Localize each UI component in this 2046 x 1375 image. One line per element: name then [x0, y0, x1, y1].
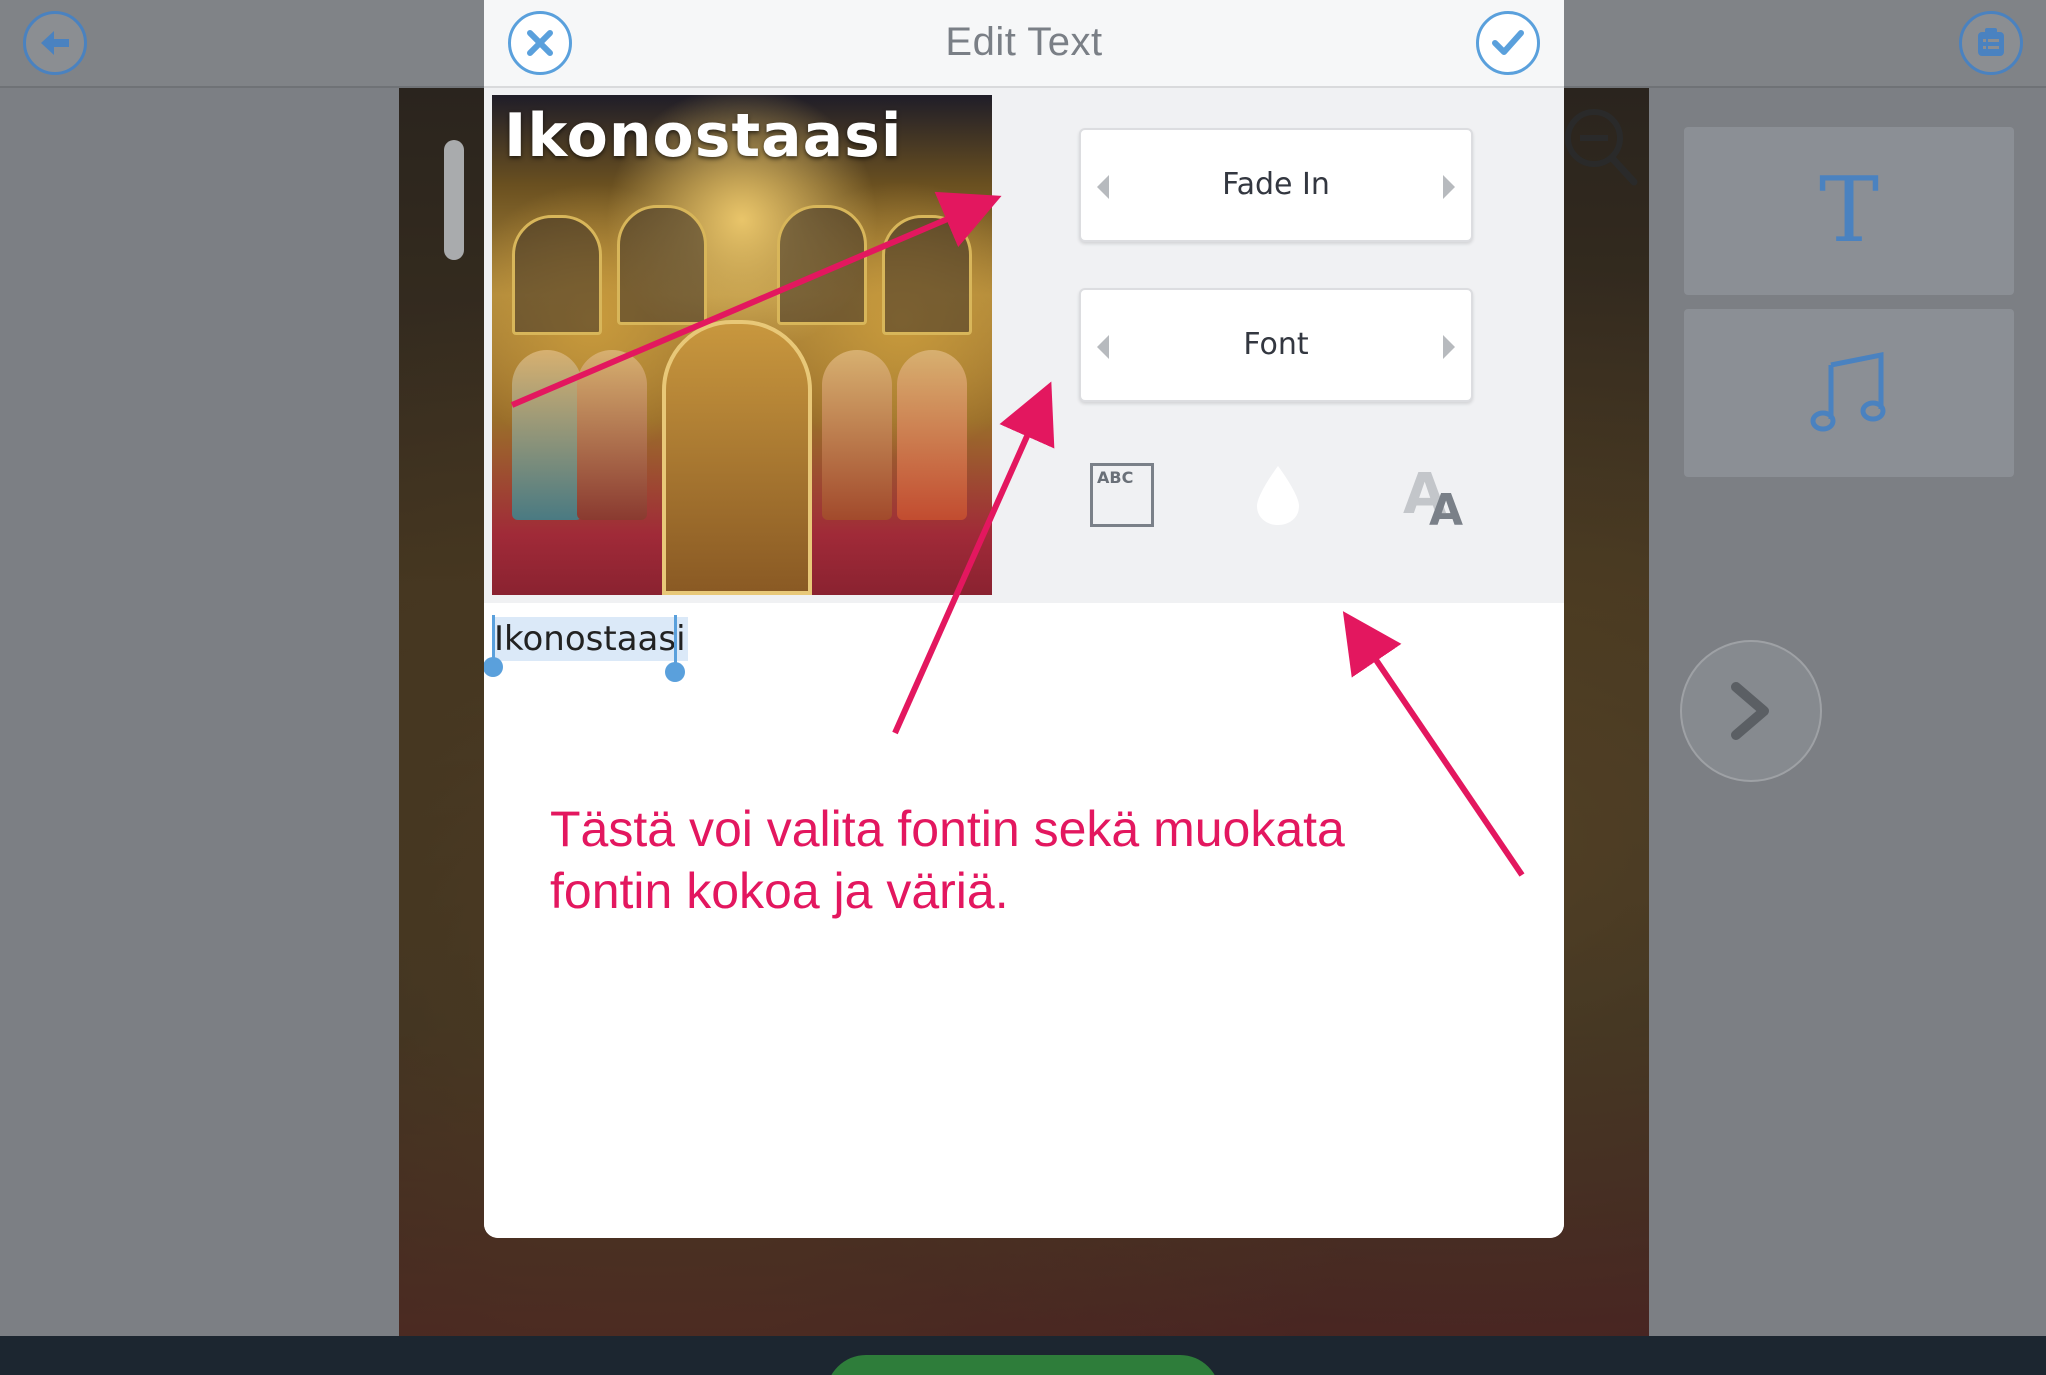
- slide-preview-image: Ikonostaasi: [492, 95, 992, 595]
- chevron-right-icon: [1731, 682, 1769, 740]
- font-size-button[interactable]: A A: [1392, 450, 1482, 540]
- saint-painting: [577, 350, 647, 520]
- royal-doors: [662, 320, 812, 595]
- svg-text:A: A: [1429, 485, 1463, 531]
- check-icon: [1492, 30, 1524, 55]
- selection-caret-end: [674, 615, 677, 663]
- selection-handle-end[interactable]: [665, 662, 685, 682]
- confirm-button[interactable]: [1476, 11, 1540, 75]
- icon-painting: [617, 205, 707, 325]
- abc-label: ABC: [1097, 468, 1134, 487]
- arrow-right-icon[interactable]: [1441, 173, 1457, 201]
- text-background-button[interactable]: ABC: [1077, 450, 1167, 540]
- saint-painting: [897, 350, 967, 520]
- clipboard-list-icon: [1978, 28, 2004, 56]
- play-button[interactable]: [826, 1355, 1220, 1375]
- animation-selector[interactable]: Fade In: [1079, 128, 1473, 242]
- cancel-button[interactable]: [508, 11, 572, 75]
- arrow-right-icon[interactable]: [1441, 333, 1457, 361]
- icon-painting: [882, 215, 972, 335]
- icon-painting: [512, 215, 602, 335]
- saint-painting: [822, 350, 892, 520]
- modal-header: Edit Text: [484, 0, 1564, 88]
- zoom-out-icon[interactable]: [1560, 100, 1640, 188]
- text-input-value[interactable]: Ikonostaasi: [492, 617, 688, 661]
- color-drop-icon: [1257, 466, 1299, 525]
- preview-title-overlay: Ikonostaasi: [504, 101, 903, 171]
- close-icon: [527, 30, 553, 56]
- font-size-icon: A A: [1403, 462, 1463, 531]
- preview-panel: Ikonostaasi Fade In Font ABC A A: [484, 88, 1564, 603]
- back-button[interactable]: [23, 11, 87, 75]
- icon-painting: [777, 205, 867, 325]
- add-music-tile[interactable]: [1684, 309, 2014, 477]
- next-button[interactable]: [1680, 640, 1822, 782]
- selection-handle-start[interactable]: [484, 657, 503, 677]
- clipboard-button[interactable]: [1959, 11, 2023, 75]
- text-tool-icon: T: [1818, 158, 1880, 263]
- saint-painting: [512, 350, 582, 520]
- animation-selector-label: Fade In: [1222, 167, 1330, 202]
- font-selector[interactable]: Font: [1079, 288, 1473, 402]
- modal-title: Edit Text: [945, 20, 1103, 64]
- add-text-tile[interactable]: T: [1684, 127, 2014, 295]
- arrow-left-icon: [41, 31, 69, 55]
- annotation-caption: Tästä voi valita fontin sekä muokata fon…: [550, 801, 1345, 919]
- music-note-icon: [1810, 351, 1886, 432]
- text-background-icon: ABC: [1090, 463, 1154, 527]
- edit-text-modal: Edit Text Ikonostaasi Fade In Font ABC A…: [484, 0, 1564, 1238]
- timeline-scroll-handle[interactable]: [444, 140, 464, 260]
- font-selector-label: Font: [1243, 327, 1309, 362]
- text-color-button[interactable]: [1233, 450, 1323, 540]
- selection-caret-start: [492, 615, 495, 663]
